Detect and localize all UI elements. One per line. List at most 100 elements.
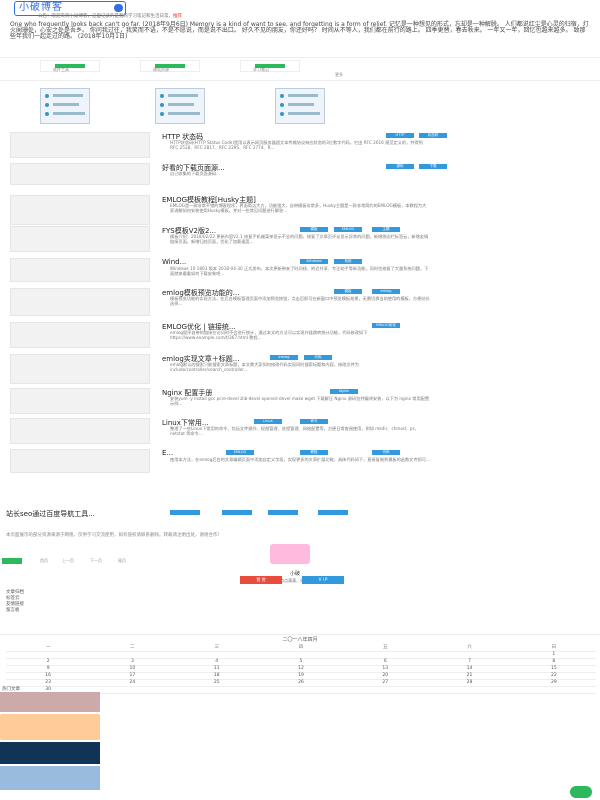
feature-card[interactable] xyxy=(40,88,90,124)
side-image[interactable] xyxy=(0,714,100,740)
calendar-day[interactable]: 8 xyxy=(511,658,596,666)
vip-button[interactable]: V I P xyxy=(302,576,344,584)
post-tag[interactable]: 系统 xyxy=(334,259,362,264)
calendar-day[interactable]: 14 xyxy=(427,665,512,673)
calendar-day[interactable]: 18 xyxy=(174,672,259,680)
calendar-day[interactable]: 4 xyxy=(174,658,259,666)
quick-links-more[interactable]: 更多 xyxy=(335,72,343,78)
post-tag[interactable]: 教程 xyxy=(300,450,328,455)
post-tag[interactable]: EMLOG优化 xyxy=(372,323,400,328)
calendar-day[interactable]: 9 xyxy=(6,665,91,673)
post-thumbnail[interactable] xyxy=(10,354,150,384)
calendar-day[interactable]: 13 xyxy=(343,665,428,673)
post-title[interactable]: Wind... xyxy=(162,258,186,266)
post-excerpt: EMLOG是一款非常不错的博客程序，界面简洁大方，功能强大，自带模板非常多，Hu… xyxy=(170,203,427,213)
calendar-day[interactable]: 6 xyxy=(343,658,428,666)
post-tag[interactable]: 模板 xyxy=(334,289,362,294)
post-tag[interactable] xyxy=(222,510,252,515)
divider xyxy=(0,57,600,58)
post-title[interactable]: E... xyxy=(162,449,173,457)
side-link[interactable]: 留言板 xyxy=(6,608,24,614)
cloud-icon xyxy=(114,4,123,12)
back-to-top-icon[interactable] xyxy=(570,786,592,798)
calendar-day xyxy=(258,686,344,694)
calendar-day[interactable]: 12 xyxy=(258,665,344,673)
post-tag[interactable]: EMLOG xyxy=(226,450,254,455)
calendar-weekday: 二 xyxy=(90,644,175,652)
calendar-day[interactable]: 5 xyxy=(258,658,344,666)
calendar-day[interactable]: 29 xyxy=(511,679,596,687)
post-tag[interactable]: 主题 xyxy=(372,227,400,232)
pager-first[interactable]: 首页 xyxy=(40,558,48,564)
author-avatar xyxy=(270,544,310,564)
post-thumbnail[interactable] xyxy=(10,195,150,225)
post-thumbnail[interactable] xyxy=(10,163,150,185)
calendar-day[interactable]: 16 xyxy=(6,672,91,680)
post-tag[interactable]: Windows xyxy=(300,259,328,264)
post-tag[interactable]: 源码 xyxy=(386,164,414,169)
pager-next[interactable]: 下一页 xyxy=(90,558,102,564)
calendar-day[interactable]: 3 xyxy=(90,658,175,666)
calendar-day[interactable]: 7 xyxy=(427,658,512,666)
post-tag[interactable] xyxy=(170,510,200,515)
sponsor-button[interactable]: 赞 赏 xyxy=(240,576,282,584)
post-tag[interactable]: EMLOG xyxy=(334,227,362,232)
quick-link-resources[interactable]: 建站资源 xyxy=(140,60,200,72)
calendar-day[interactable]: 27 xyxy=(343,679,428,687)
post-tag[interactable]: 代码 xyxy=(372,450,400,455)
quick-link-software[interactable]: 软件工具 xyxy=(40,60,100,72)
quick-link-notes[interactable]: 学习笔记 xyxy=(240,60,300,72)
post-thumbnail[interactable] xyxy=(10,322,150,348)
post-tag[interactable]: emlog xyxy=(270,355,298,360)
post-title[interactable]: 站长seo通过百度导航工具... xyxy=(6,509,95,519)
site-notice: 本页面展示的部分资源来源于网络，仅供学习交流使用，如有侵权请联系删除。转载请注明… xyxy=(6,533,222,538)
calendar-day[interactable]: 15 xyxy=(511,665,596,673)
post-tag[interactable]: Nginx xyxy=(330,389,358,394)
calendar-day[interactable]: 24 xyxy=(90,679,175,687)
post-tag[interactable]: Linux xyxy=(254,419,282,424)
post-tag[interactable] xyxy=(268,510,298,515)
calendar-day[interactable]: 26 xyxy=(258,679,344,687)
quick-link-label: 学习笔记 xyxy=(253,67,269,72)
calendar-day[interactable]: 2 xyxy=(6,658,91,666)
post-tag[interactable]: HTTP xyxy=(386,133,414,138)
calendar-day[interactable]: 19 xyxy=(258,672,344,680)
calendar-day[interactable]: 17 xyxy=(90,672,175,680)
side-image[interactable] xyxy=(0,742,100,764)
pager-last[interactable]: 尾页 xyxy=(118,558,126,564)
calendar-weekday: 六 xyxy=(427,644,512,652)
pager-prev[interactable]: 上一页 xyxy=(62,558,74,564)
calendar-day[interactable]: 1 xyxy=(511,651,596,659)
post-tag[interactable]: 状态码 xyxy=(419,133,447,138)
post-tag[interactable]: emlog xyxy=(372,289,400,294)
calendar-day[interactable]: 10 xyxy=(90,665,175,673)
post-tag[interactable]: 下载 xyxy=(419,164,447,169)
quick-link-label: 软件工具 xyxy=(53,67,69,72)
post-thumbnail[interactable] xyxy=(10,418,150,444)
post-tag[interactable]: 代码 xyxy=(304,355,332,360)
post-thumbnail[interactable] xyxy=(10,226,150,252)
post-tag[interactable]: 命令 xyxy=(300,419,328,424)
post-thumbnail[interactable] xyxy=(10,288,150,316)
post-tag[interactable] xyxy=(318,510,348,515)
post-thumbnail[interactable] xyxy=(10,449,150,473)
calendar-day[interactable]: 25 xyxy=(174,679,259,687)
calendar-day[interactable]: 28 xyxy=(427,679,512,687)
side-image[interactable] xyxy=(0,692,100,712)
post-tag[interactable]: 模板 xyxy=(300,227,328,232)
post-thumbnail[interactable] xyxy=(10,258,150,282)
calendar-day[interactable]: 11 xyxy=(174,665,259,673)
calendar-weekday: 一 xyxy=(6,644,91,652)
post-thumbnail[interactable] xyxy=(10,388,150,414)
post-thumbnail[interactable] xyxy=(10,132,150,158)
quick-link-label: 建站资源 xyxy=(153,67,169,72)
side-image[interactable] xyxy=(0,766,100,790)
pager-current[interactable] xyxy=(2,558,22,564)
feature-card[interactable] xyxy=(275,88,325,124)
calendar-day[interactable]: 22 xyxy=(511,672,596,680)
post-excerpt: 安装yum -y install gcc pcre-devel zlib-dev… xyxy=(170,396,430,406)
calendar-day[interactable]: 23 xyxy=(6,679,91,687)
feature-card[interactable] xyxy=(155,88,205,124)
calendar-day[interactable]: 20 xyxy=(343,672,428,680)
calendar-day[interactable]: 21 xyxy=(427,672,512,680)
